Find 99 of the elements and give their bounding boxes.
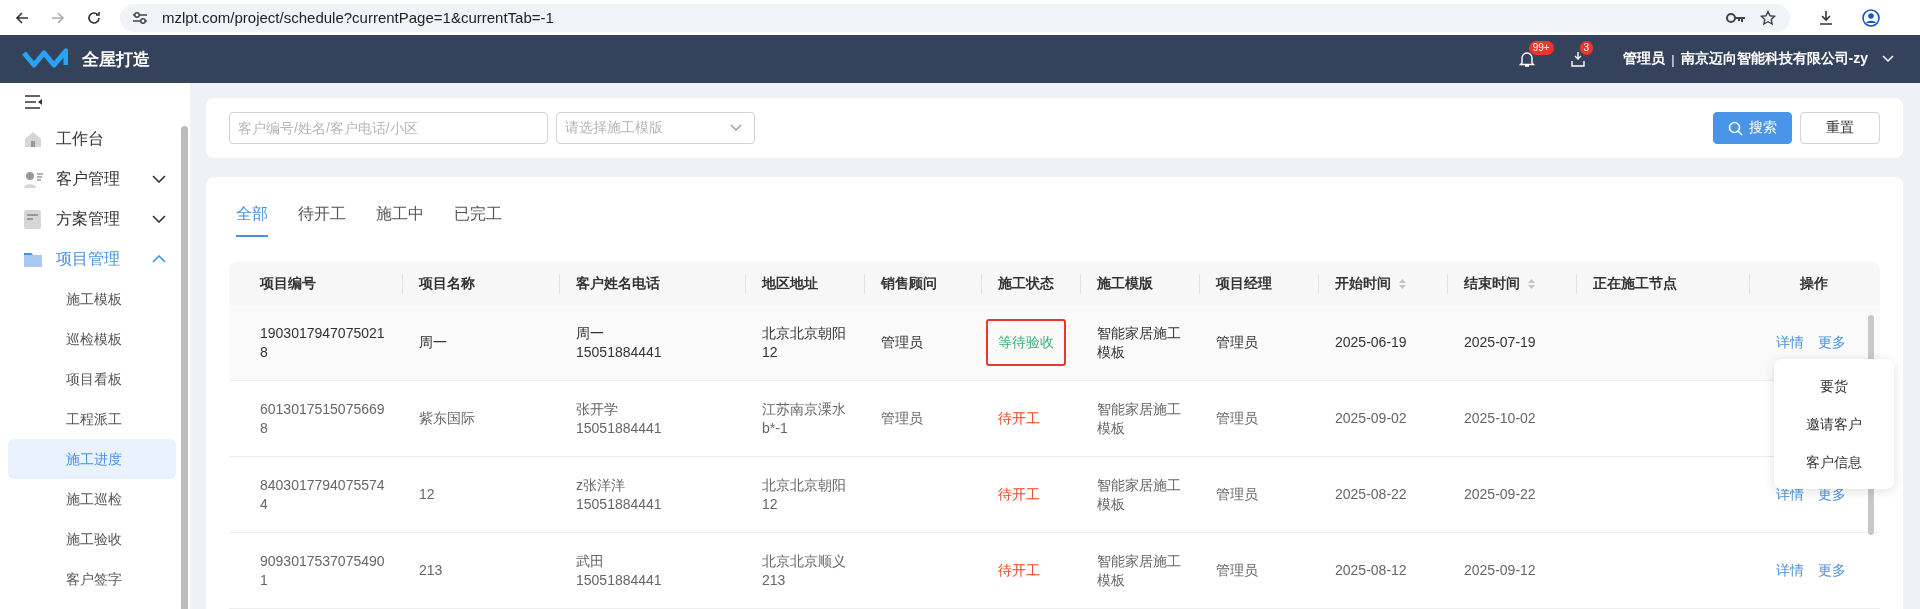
menu-item[interactable]: 客户管理 [0, 159, 190, 199]
submenu-item[interactable]: 施工验收 [8, 519, 176, 559]
notification-bell-icon[interactable] [1518, 50, 1535, 68]
site-settings-icon[interactable] [132, 10, 148, 25]
header-cell: 项目名称 [403, 262, 560, 305]
table-cell: 管理员 [1216, 485, 1258, 504]
action-link[interactable]: 更多 [1817, 561, 1846, 580]
url-text: mzlpt.com/project/schedule?currentPage=1&currentTab=-1 [162, 9, 554, 26]
table-cell-text: 北京北京顺义213 [762, 551, 847, 590]
user-role: 管理员 [1623, 50, 1666, 68]
table-cell: 管理员 [1216, 561, 1258, 580]
menu-item[interactable]: 要货 [1774, 367, 1894, 405]
table-cell: 2025-09-12 [1464, 561, 1536, 580]
search-field[interactable]: 客户编号/姓名/客户电话/小区 [229, 112, 548, 144]
phone-number: 15051884441 [576, 342, 662, 362]
tab[interactable]: 待开工 [298, 204, 346, 237]
header-cell: 正在施工节点 [1577, 262, 1750, 305]
company-name: 南京迈向智能科技有限公司-zy [1680, 50, 1868, 68]
header-cell: 结束时间 [1448, 262, 1577, 305]
table-cell-text: 90930175370754901 [260, 551, 386, 590]
submenu-item[interactable]: 项目看板 [8, 359, 176, 399]
table-cell-text: 智能家居施工模板 [1097, 551, 1182, 590]
menu-item[interactable]: 工作台 [0, 119, 190, 159]
chevron-down-icon [152, 215, 166, 223]
table-cell-text: 60130175150756698 [260, 399, 386, 438]
reset-button[interactable]: 重置 [1800, 112, 1880, 144]
table-cell: 12 [419, 485, 435, 504]
table-cell-text: 84030177940755744 [260, 475, 386, 514]
menu-collapse-icon[interactable] [25, 95, 43, 109]
tab[interactable]: 施工中 [376, 204, 424, 237]
table-cell: 2025-09-22 [1464, 485, 1536, 504]
table-cell-text: 智能家居施工模板 [1097, 475, 1182, 514]
submenu-item[interactable]: 施工模板 [8, 279, 176, 319]
table-cell: 2025-07-19 [1464, 333, 1536, 352]
table-cell: 紫东国际 [419, 409, 475, 428]
table-cell-text: 智能家居施工模板 [1097, 399, 1182, 438]
star-icon[interactable] [1760, 9, 1776, 26]
header-cell: 项目编号 [229, 262, 403, 305]
submenu-item[interactable]: 客户签字 [8, 559, 176, 599]
table-cell: 管理员 [1216, 333, 1258, 352]
menu-item[interactable]: 客户信息 [1774, 443, 1894, 481]
header-cell: 客户姓名电话 [560, 262, 746, 305]
header-cell: 项目经理 [1200, 262, 1319, 305]
header-cell: 施工状态 [982, 262, 1081, 305]
submenu-item[interactable]: 工程派工 [8, 399, 176, 439]
header-cell: 开始时间 [1319, 262, 1448, 305]
customer-icon [24, 170, 46, 188]
status-text: 待开工 [997, 409, 1041, 428]
menu-item[interactable]: 方案管理 [0, 199, 190, 239]
header-cell: 施工模版 [1081, 262, 1200, 305]
chevron-down-icon[interactable] [1882, 55, 1894, 63]
action-link[interactable]: 详情 [1775, 561, 1804, 580]
table-cell: 管理员 [881, 333, 923, 352]
customer-name: z张洋洋 [576, 475, 626, 495]
table-cell: 2025-08-12 [1335, 561, 1407, 580]
app-title: 全屋打造 [82, 48, 150, 71]
table-cell-text: 北京北京朝阳12 [762, 323, 847, 362]
table-cell: 213 [419, 561, 443, 580]
customer-name: 张开学 [576, 399, 619, 419]
download-icon[interactable] [1818, 9, 1834, 26]
submenu-item[interactable]: 巡检模板 [8, 319, 176, 359]
profile-icon[interactable] [1862, 8, 1880, 27]
customer-name: 武田 [576, 551, 605, 571]
table-cell-text: 江苏南京溧水b*-1 [762, 399, 847, 438]
table-cell: 周一 [419, 333, 447, 352]
table-cell: 2025-10-02 [1464, 409, 1536, 428]
scrollbar[interactable] [181, 126, 188, 609]
address-bar[interactable]: mzlpt.com/project/schedule?currentPage=1&currentTab=-1 [120, 3, 1790, 32]
notification-badge: 99+ [1528, 41, 1554, 55]
table-cell: 2025-06-19 [1335, 333, 1407, 352]
table-cell-text: 智能家居施工模板 [1097, 323, 1182, 362]
phone-number: 15051884441 [576, 418, 662, 438]
chevron-down-icon [730, 124, 742, 132]
logo-icon [22, 47, 68, 71]
search-icon [1728, 120, 1743, 136]
status-text: 等待验收 [986, 319, 1066, 366]
tab[interactable]: 已完工 [454, 204, 502, 237]
chevron-down-icon [152, 175, 166, 183]
action-link[interactable]: 详情 [1775, 485, 1804, 504]
message-badge: 3 [1579, 41, 1594, 55]
header-cell: 地区地址 [746, 262, 865, 305]
status-text: 待开工 [997, 561, 1041, 580]
menu-item[interactable]: 邀请客户 [1774, 405, 1894, 443]
key-icon[interactable] [1726, 11, 1746, 24]
phone-number: 15051884441 [576, 494, 662, 514]
phone-number: 15051884441 [576, 570, 662, 590]
chevron-up-icon [152, 255, 166, 263]
status-text: 待开工 [997, 485, 1041, 504]
header-cell: 销售顾问 [865, 262, 982, 305]
header-cell-text: 操作 [1798, 273, 1829, 293]
separator: | [1671, 51, 1675, 67]
submenu-item[interactable]: 施工巡检 [8, 479, 176, 519]
customer-name: 周一 [576, 323, 605, 343]
table-cell: 管理员 [881, 409, 923, 428]
table-cell: 2025-09-02 [1335, 409, 1407, 428]
table-cell-text: 19030179470750218 [260, 323, 386, 362]
table-cell-text: 北京北京朝阳12 [762, 475, 847, 514]
table-cell: 2025-08-22 [1335, 485, 1407, 504]
table-cell: 管理员 [1216, 409, 1258, 428]
